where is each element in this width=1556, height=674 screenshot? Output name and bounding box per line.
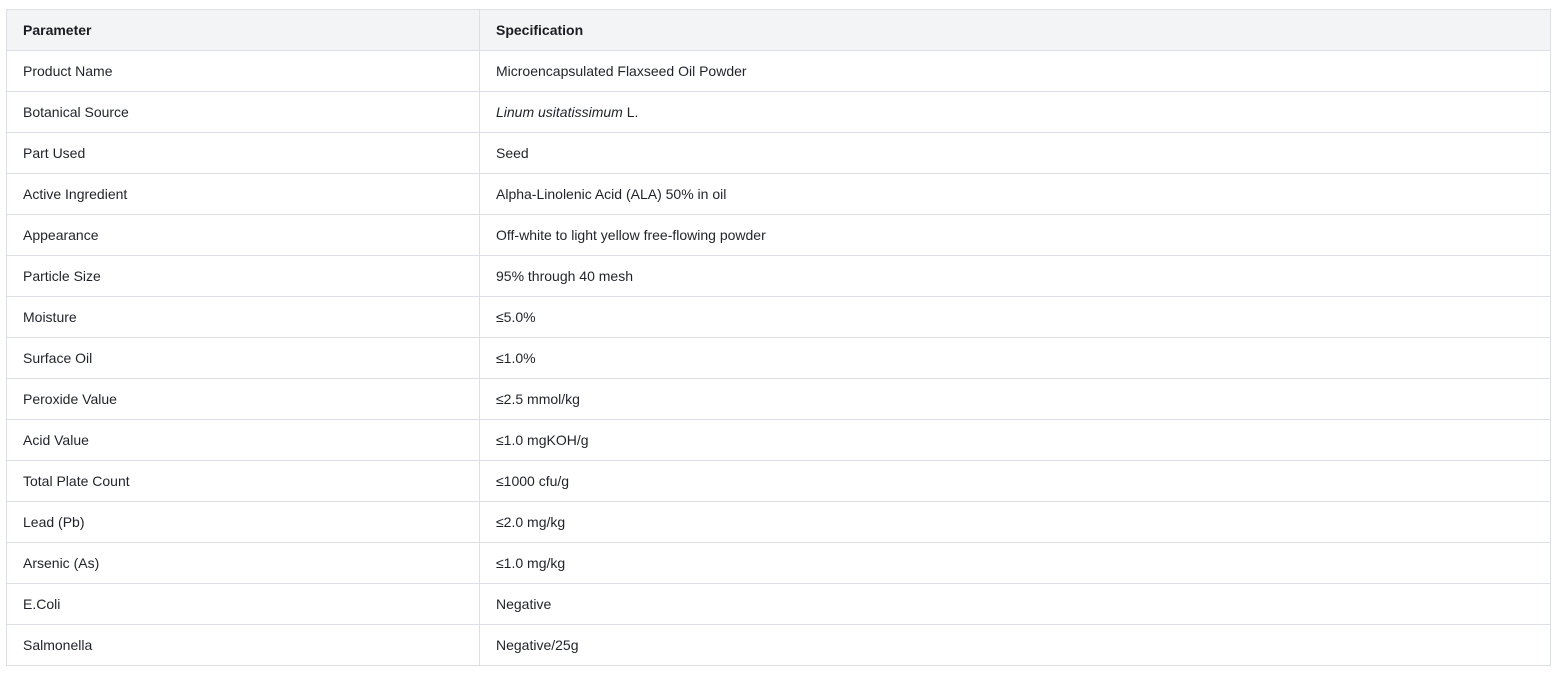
table-row: Product Name Microencapsulated Flaxseed … — [6, 50, 1551, 92]
spec-cell: Seed — [479, 132, 1551, 174]
parameter-cell: Moisture — [6, 296, 480, 338]
parameter-cell: Part Used — [6, 132, 480, 174]
table-row: Lead (Pb) ≤2.0 mg/kg — [6, 501, 1551, 543]
spec-cell: Off-white to light yellow free-flowing p… — [479, 214, 1551, 256]
parameter-cell: Surface Oil — [6, 337, 480, 379]
spec-table: Parameter Specification Product Name Mic… — [6, 9, 1551, 666]
table-row: Acid Value ≤1.0 mgKOH/g — [6, 419, 1551, 461]
table-row: Arsenic (As) ≤1.0 mg/kg — [6, 542, 1551, 584]
table-row: Active Ingredient Alpha-Linolenic Acid (… — [6, 173, 1551, 215]
botanical-name: Linum usitatissimum — [496, 104, 623, 120]
header-parameter: Parameter — [6, 9, 480, 51]
spec-cell: ≤1.0 mgKOH/g — [479, 419, 1551, 461]
parameter-cell: Product Name — [6, 50, 480, 92]
spec-table-container: Parameter Specification Product Name Mic… — [6, 9, 1551, 666]
parameter-cell: Botanical Source — [6, 91, 480, 133]
table-body: Product Name Microencapsulated Flaxseed … — [6, 50, 1551, 666]
botanical-author: L. — [622, 104, 639, 120]
table-row: Salmonella Negative/25g — [6, 624, 1551, 666]
table-row: Surface Oil ≤1.0% — [6, 337, 1551, 379]
parameter-cell: Appearance — [6, 214, 480, 256]
table-row: Moisture ≤5.0% — [6, 296, 1551, 338]
parameter-cell: Particle Size — [6, 255, 480, 297]
spec-cell: ≤5.0% — [479, 296, 1551, 338]
parameter-cell: Acid Value — [6, 419, 480, 461]
parameter-cell: Active Ingredient — [6, 173, 480, 215]
table-row: E.Coli Negative — [6, 583, 1551, 625]
table-row: Particle Size 95% through 40 mesh — [6, 255, 1551, 297]
table-header: Parameter Specification — [6, 9, 1551, 51]
spec-cell: Alpha-Linolenic Acid (ALA) 50% in oil — [479, 173, 1551, 215]
table-row: Total Plate Count ≤1000 cfu/g — [6, 460, 1551, 502]
spec-cell: ≤1.0 mg/kg — [479, 542, 1551, 584]
spec-cell: Linum usitatissimum L. — [479, 91, 1551, 133]
table-row: Peroxide Value ≤2.5 mmol/kg — [6, 378, 1551, 420]
table-row: Part Used Seed — [6, 132, 1551, 174]
spec-cell: Negative — [479, 583, 1551, 625]
spec-cell: ≤2.5 mmol/kg — [479, 378, 1551, 420]
parameter-cell: Total Plate Count — [6, 460, 480, 502]
spec-cell: Microencapsulated Flaxseed Oil Powder — [479, 50, 1551, 92]
parameter-cell: Lead (Pb) — [6, 501, 480, 543]
spec-cell: Negative/25g — [479, 624, 1551, 666]
spec-cell: ≤1.0% — [479, 337, 1551, 379]
spec-cell: ≤1000 cfu/g — [479, 460, 1551, 502]
table-row: Appearance Off-white to light yellow fre… — [6, 214, 1551, 256]
header-row: Parameter Specification — [6, 9, 1551, 51]
parameter-cell: E.Coli — [6, 583, 480, 625]
header-specification: Specification — [479, 9, 1551, 51]
spec-cell: 95% through 40 mesh — [479, 255, 1551, 297]
table-row: Botanical Source Linum usitatissimum L. — [6, 91, 1551, 133]
parameter-cell: Salmonella — [6, 624, 480, 666]
parameter-cell: Arsenic (As) — [6, 542, 480, 584]
parameter-cell: Peroxide Value — [6, 378, 480, 420]
spec-cell: ≤2.0 mg/kg — [479, 501, 1551, 543]
